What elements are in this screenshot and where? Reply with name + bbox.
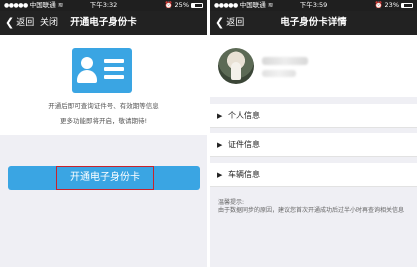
back-button[interactable]: ❮ 返回: [5, 11, 34, 35]
disclosure-triangle-icon: ▶: [217, 112, 223, 120]
open-id-card-label: 开通电子身份卡: [56, 166, 154, 190]
row-label: 车辆信息: [228, 170, 260, 179]
disclosure-triangle-icon: ▶: [217, 171, 223, 179]
status-right: ⏰ 23%: [374, 0, 413, 11]
status-right: ⏰ 25%: [164, 0, 203, 11]
right-screen: ●●●●● 中国联通 ≋ 下午3:59 ⏰ 23% ❮ 返回 电子身份卡详情 ▶…: [210, 0, 417, 267]
tips-title: 温馨提示:: [218, 199, 245, 206]
back-chevron-icon: ❮: [215, 16, 225, 29]
profile-card: [210, 35, 417, 97]
name-redacted: [262, 57, 308, 65]
info-text-1: 开通后即可查询证件号、有效期等信息: [48, 102, 159, 110]
close-button[interactable]: 关闭: [40, 11, 58, 35]
open-id-card-button[interactable]: 开通电子身份卡: [8, 166, 200, 190]
nav-bar: ❮ 返回 电子身份卡详情: [210, 11, 417, 35]
back-label: 返回: [226, 18, 245, 28]
row-personal-info[interactable]: ▶ 个人信息: [210, 104, 417, 128]
battery-icon: [191, 3, 203, 8]
battery-percent: 25%: [174, 1, 189, 9]
intro-card: 开通后即可查询证件号、有效期等信息 更多功能即将开启，敬请期待!: [0, 35, 207, 135]
row-certificate-info[interactable]: ▶ 证件信息: [210, 133, 417, 157]
back-chevron-icon: ❮: [5, 16, 15, 29]
id-redacted: [262, 70, 296, 77]
info-text-2: 更多功能即将开启，敬请期待!: [59, 117, 148, 125]
disclosure-triangle-icon: ▶: [217, 141, 223, 149]
battery-percent: 23%: [384, 1, 399, 9]
id-card-icon: [72, 48, 132, 93]
row-vehicle-info[interactable]: ▶ 车辆信息: [210, 163, 417, 187]
alarm-icon: ⏰: [374, 1, 383, 9]
left-screen: ●●●●● 中国联通 ≋ 下午3:32 ⏰ 25% ❮ 返回 关闭 开通电子身份…: [0, 0, 207, 267]
battery-icon: [401, 3, 413, 8]
alarm-icon: ⏰: [164, 1, 173, 9]
status-bar: ●●●●● 中国联通 ≋ 下午3:32 ⏰ 25%: [0, 0, 207, 11]
row-label: 个人信息: [228, 111, 260, 120]
tips-text: 由于数据同步的原因，建议您首次开通成功后过半小时再查询相关信息: [218, 207, 405, 214]
back-label: 返回: [16, 18, 35, 28]
row-label: 证件信息: [228, 140, 260, 149]
nav-bar: ❮ 返回 关闭 开通电子身份卡: [0, 11, 207, 35]
avatar: [218, 48, 254, 84]
back-button[interactable]: ❮ 返回: [215, 11, 244, 35]
status-bar: ●●●●● 中国联通 ≋ 下午3:59 ⏰ 23%: [210, 0, 417, 11]
